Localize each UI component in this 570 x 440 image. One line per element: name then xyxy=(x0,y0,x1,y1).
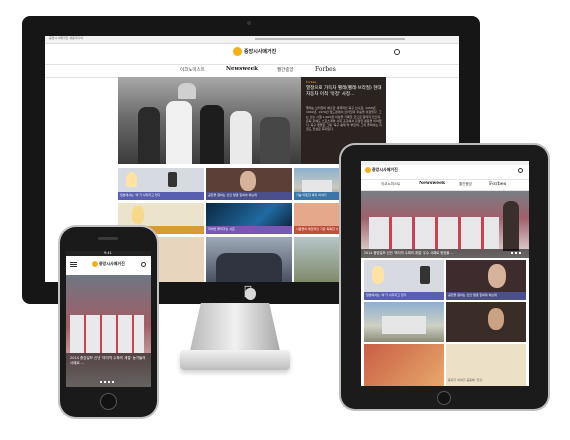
logo-text[interactable]: 중앙시사매거진 xyxy=(244,48,276,55)
hero-player-5 xyxy=(260,117,290,164)
tablet-tile-2[interactable]: 공천을 원하는 신인 발굴 힘써야 하는데 xyxy=(446,260,526,300)
nav-item-economist[interactable]: 이코노미스트 xyxy=(180,67,205,73)
hero-trophy-figure xyxy=(178,83,196,99)
tablet-device: 중앙시사매거진 이코노미스트 Newsweek 월간중앙 Forbes 2014… xyxy=(341,145,548,409)
tablet-nav-forbes[interactable]: Forbes xyxy=(489,181,506,187)
tablet-nav-newsweek[interactable]: Newsweek xyxy=(419,181,445,186)
desktop-tile-7[interactable]: 사람들의 체질적인 가장 독특한 수집품 xyxy=(294,203,339,234)
hero-player-1 xyxy=(138,107,160,164)
tablet-hero-caption: 2014 중앙일보 신년 '마지막 수확의 계절' 우수 사례로 현장을 ... xyxy=(364,251,454,255)
phone-screen: 9:41 중앙시사매거진 2014 중앙일보 신년 '마지막 수확의 계절' 농… xyxy=(66,251,151,387)
nav-item-monthly[interactable]: 월간중앙 xyxy=(277,67,294,73)
phone-logo-text[interactable]: 중앙시사매거진 xyxy=(99,261,125,267)
cartoon-figure xyxy=(372,266,384,284)
phone-hero-image[interactable]: 2014 중앙일보 신년 '마지막 수확의 계절' 농가들의 사례로 ... xyxy=(66,275,151,387)
tablet-screen: 중앙시사매거진 이코노미스트 Newsweek 월간중앙 Forbes 2014… xyxy=(361,161,529,386)
tablet-tile-1[interactable]: 일본에서는 '이'가 사라지고 있다 xyxy=(364,260,444,300)
tablet-tile-5[interactable] xyxy=(364,344,444,386)
tile-caption: 공천을 원하는 신인 발굴 힘써야 하는데 xyxy=(448,293,497,297)
tile-caption: 동지가 이야기 공동체 '건강' xyxy=(448,378,483,382)
desktop-tile-2[interactable]: 공천을 원하는 신인 발굴 힘써야 하는데 xyxy=(206,168,292,200)
carousel-dots[interactable] xyxy=(511,252,523,254)
tablet-tile-6[interactable]: 동지가 이야기 공동체 '건강' xyxy=(446,344,526,386)
desktop-tile-3[interactable]: 가슴 따뜻한 복지 이야기 xyxy=(294,168,339,200)
logo-mark-icon[interactable] xyxy=(233,47,242,56)
tile-caption: 가슴 따뜻한 복지 이야기 xyxy=(296,193,327,197)
nav-item-forbes[interactable]: Forbes xyxy=(315,66,336,73)
tablet-search-icon[interactable] xyxy=(518,168,523,173)
phone-hero-caption: 2014 중앙일보 신년 '마지막 수확의 계절' 농가들의 사례로 ... xyxy=(70,356,146,365)
hamburger-menu-icon[interactable] xyxy=(70,262,77,267)
tile-caption: 사람들의 체질적인 가장 독특한 수집품 xyxy=(296,227,338,231)
tile-caption: 라이언 올라가는 시즌 xyxy=(208,227,235,231)
building-shape xyxy=(382,316,426,334)
phone-time: 9:41 xyxy=(104,251,112,255)
tablet-logo-text[interactable]: 중앙시사매거진 xyxy=(372,167,398,173)
tablet-nav-monthly[interactable]: 월간중앙 xyxy=(459,182,472,187)
portrait-face xyxy=(240,171,256,191)
phone-speaker xyxy=(98,237,118,240)
nav-item-newsweek[interactable]: Newsweek xyxy=(226,66,258,72)
hero-label: Forbes xyxy=(306,80,317,84)
hero-title: 열정으로 가득차 펠레(펠레·브라질) 현대자동차 이적 '유정' 사정... xyxy=(306,86,382,97)
search-icon[interactable] xyxy=(394,49,400,55)
monitor-stand-neck xyxy=(190,303,280,351)
portrait-face xyxy=(488,264,506,288)
desktop-tile-6[interactable]: 라이언 올라가는 시즌 xyxy=(206,203,292,234)
tablet-nav: 이코노미스트 Newsweek 월간중앙 Forbes xyxy=(361,179,529,191)
produce-boxes xyxy=(369,217,499,249)
hero-player-4 xyxy=(230,111,252,164)
top-corner-text: 중앙시사매거진 세종미디어 xyxy=(49,36,84,40)
cartoon-phone xyxy=(168,172,177,187)
main-nav: 이코노미스트 Newsweek 월간중앙 Forbes xyxy=(45,64,459,78)
phone-search-icon[interactable] xyxy=(141,262,146,267)
hero-image[interactable] xyxy=(118,77,301,164)
site-header: 중앙시사매거진 xyxy=(45,44,459,60)
tile-caption: 공천을 원하는 신인 발굴 힘써야 하는데 xyxy=(208,193,257,197)
tablet-tile-4[interactable] xyxy=(446,302,526,342)
monitor-stand-base xyxy=(180,350,290,370)
cartoon-figure xyxy=(126,172,137,187)
tablet-hero-image[interactable]: 2014 중앙일보 신년 '마지막 수확의 계절' 우수 사례로 현장을 ... xyxy=(361,191,529,258)
tablet-logo-mark-icon[interactable] xyxy=(365,167,371,173)
phone-home-button[interactable] xyxy=(100,393,117,410)
cartoon-phone xyxy=(420,266,430,284)
top-links-bar[interactable] xyxy=(255,38,405,40)
desktop-tile-10[interactable] xyxy=(206,237,292,282)
desktop-tile-1[interactable]: 일본에서는 '이'가 사라지고 있다 xyxy=(118,168,204,200)
tablet-nav-economist[interactable]: 이코노미스트 xyxy=(381,182,400,187)
apple-logo-shape-icon xyxy=(245,288,256,300)
tile-caption: 일본에서는 '이'가 사라지고 있다 xyxy=(366,293,407,297)
portrait-face xyxy=(488,308,504,330)
top-strip: 중앙시사매거진 세종미디어 xyxy=(45,36,459,44)
building-shape xyxy=(302,180,332,192)
desktop-camera xyxy=(247,21,251,25)
tile-caption: 일본에서는 '이'가 사라지고 있다 xyxy=(120,193,161,197)
tablet-tile-3[interactable] xyxy=(364,302,444,342)
tablet-home-button[interactable] xyxy=(437,391,451,405)
phone-device: 9:41 중앙시사매거진 2014 중앙일보 신년 '마지막 수확의 계절' 농… xyxy=(60,227,157,417)
tablet-top-strip xyxy=(361,161,529,165)
produce-boxes xyxy=(70,315,144,353)
phone-carousel-dots[interactable] xyxy=(100,381,116,383)
cartoon-figure xyxy=(132,206,144,224)
hero-player-3 xyxy=(200,105,224,164)
phone-logo-mark-icon[interactable] xyxy=(92,261,98,267)
person-figure xyxy=(503,201,519,251)
phone-status-bar: 9:41 xyxy=(66,251,151,256)
crowd-shape xyxy=(216,253,282,282)
hero-player-2 xyxy=(166,101,192,164)
